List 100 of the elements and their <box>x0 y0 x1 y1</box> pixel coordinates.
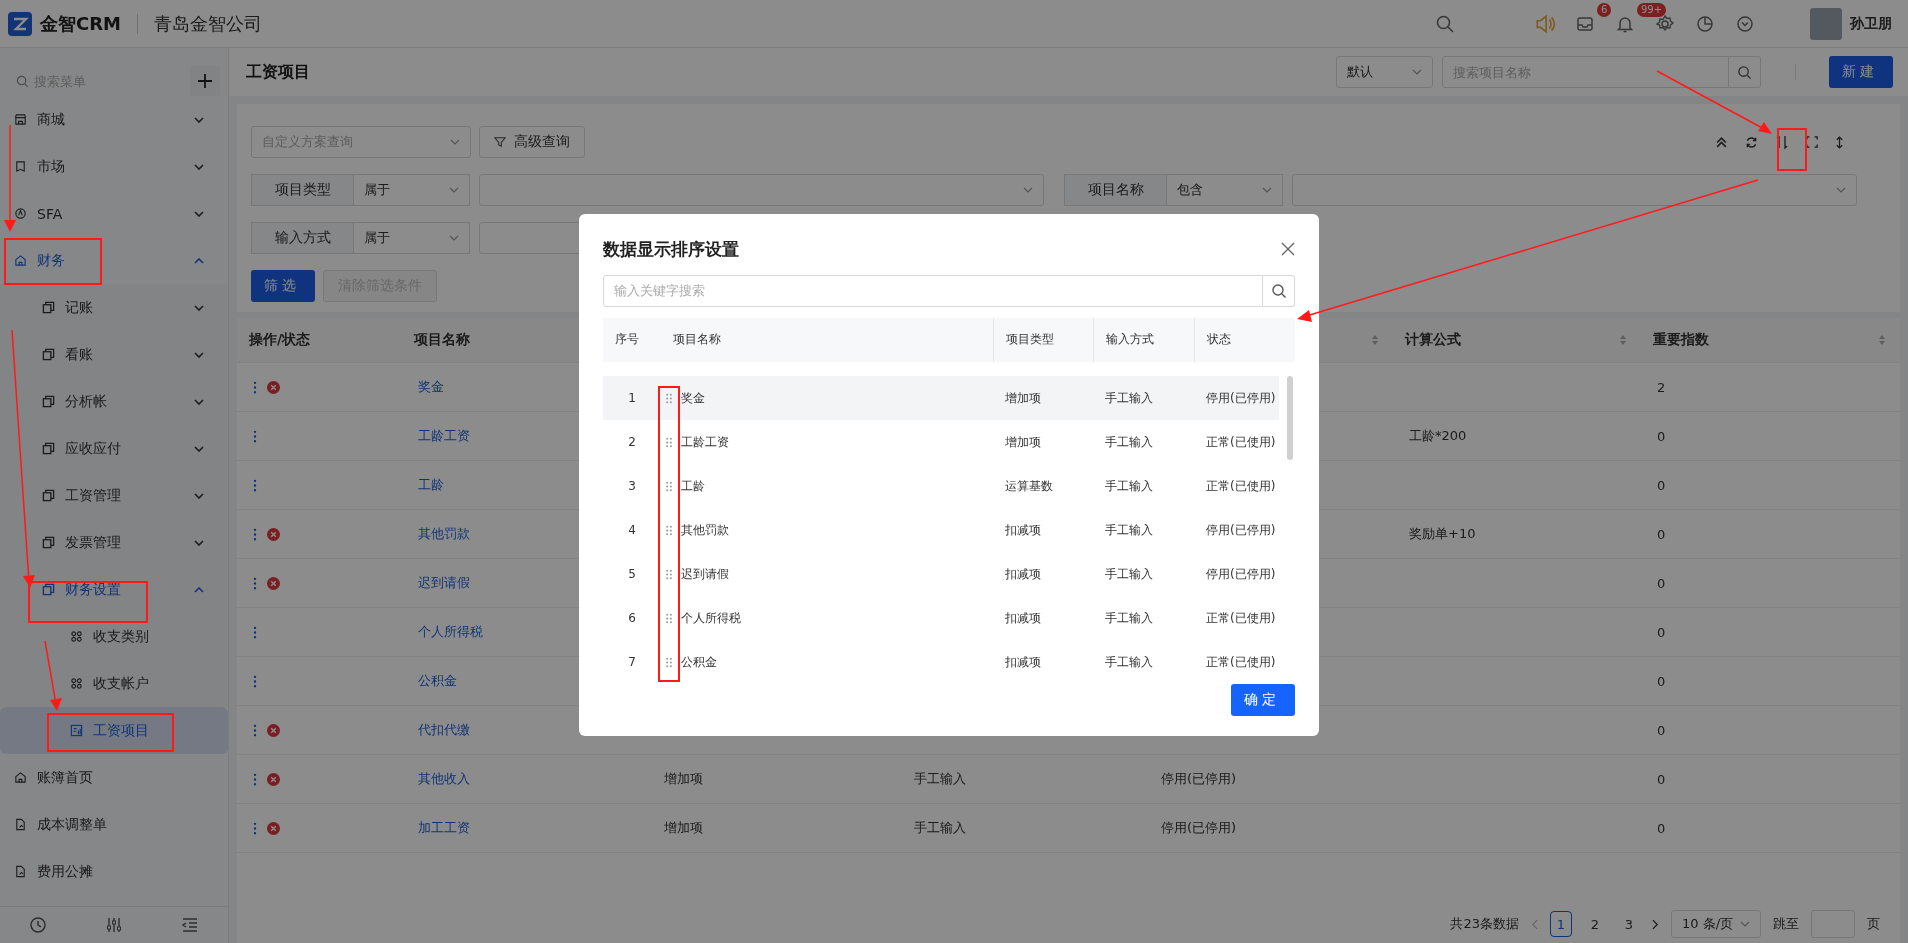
menu-item[interactable]: 费用公摊 <box>0 848 228 895</box>
item-name-link[interactable]: 个人所得税 <box>418 623 483 641</box>
item-name-link[interactable]: 其他收入 <box>418 770 470 788</box>
row-number: 2 <box>628 435 636 449</box>
column-header: 项目类型 <box>1006 331 1054 349</box>
sortable-row[interactable]: 6 个人所得税 扣减项 手工输入 正常(已使用) <box>603 596 1279 640</box>
sort-icon[interactable] <box>1619 334 1627 346</box>
page-number[interactable]: 1 <box>1550 911 1572 937</box>
menu-item[interactable]: 账簿首页 <box>0 754 228 801</box>
table-cell: 手工输入 <box>914 770 966 788</box>
new-button[interactable]: 新建 <box>1829 56 1893 88</box>
more-options-icon[interactable] <box>253 527 257 541</box>
row-number: 4 <box>628 523 636 537</box>
chevron-icon <box>1740 921 1750 927</box>
table-cell: 增加项 <box>1005 389 1041 407</box>
menu-item[interactable]: SFA <box>0 190 228 237</box>
menu-item[interactable]: 市场 <box>0 143 228 190</box>
keyword-search-field[interactable]: 输入关键字搜索 <box>603 274 1263 307</box>
page-size-select[interactable]: 10 条/页 <box>1671 910 1761 938</box>
sortable-row[interactable]: 4 其他罚款 扣减项 手工输入 停用(已停用) <box>603 508 1279 552</box>
advanced-search-button[interactable]: 高级查询 <box>479 126 585 158</box>
more-options-icon[interactable] <box>253 674 257 688</box>
collapse-menu-icon[interactable] <box>181 916 199 934</box>
add-button[interactable] <box>190 66 220 96</box>
next-page-icon[interactable] <box>1652 918 1659 930</box>
drag-handle-icon[interactable] <box>665 568 673 580</box>
search-icon <box>1737 64 1752 80</box>
header-icon-button[interactable] <box>1534 12 1556 35</box>
menu-item-icon <box>14 771 27 784</box>
drag-handle-icon[interactable] <box>665 480 673 492</box>
more-options-icon[interactable] <box>253 821 257 835</box>
search-button[interactable] <box>1263 274 1295 307</box>
table-cell: 0 <box>1657 575 1666 591</box>
item-name-link[interactable]: 工龄工资 <box>418 427 470 445</box>
refresh-icon[interactable] <box>1745 135 1758 149</box>
item-name-link[interactable]: 加工工资 <box>418 819 470 837</box>
table-cell: 0 <box>1657 428 1666 444</box>
scrollbar[interactable] <box>1287 376 1293 460</box>
sliders-icon[interactable] <box>105 916 123 934</box>
more-options-icon[interactable] <box>253 625 257 639</box>
sort-icon[interactable] <box>1371 334 1379 346</box>
more-options-icon[interactable] <box>253 723 257 737</box>
item-name-link[interactable]: 工龄 <box>418 476 444 494</box>
more-options-icon[interactable] <box>253 478 257 492</box>
item-name-link[interactable]: 其他罚款 <box>418 525 470 543</box>
history-icon[interactable] <box>29 916 47 934</box>
table-cell: 正常(已使用) <box>1206 653 1276 671</box>
close-icon[interactable] <box>1281 242 1295 257</box>
vertical-expand-icon[interactable] <box>1835 135 1844 149</box>
table-cell: 扣减项 <box>1005 609 1041 627</box>
sort-icon[interactable] <box>1878 334 1886 346</box>
more-options-icon[interactable] <box>253 380 257 394</box>
more-options-icon[interactable] <box>253 772 257 786</box>
operator-select[interactable]: 属于 <box>354 174 470 206</box>
speaker-icon <box>1534 12 1556 35</box>
row-number: 6 <box>628 611 636 625</box>
item-name-link[interactable]: 迟到请假 <box>418 574 470 592</box>
menu-item[interactable]: 商城 <box>0 96 228 143</box>
item-name-link[interactable]: 奖金 <box>418 378 444 396</box>
more-options-icon[interactable] <box>253 576 257 590</box>
page-number[interactable]: 3 <box>1618 911 1640 937</box>
sortable-row[interactable]: 3 工龄 运算基数 手工输入 正常(已使用) <box>603 464 1279 508</box>
drag-handle-icon[interactable] <box>665 436 673 448</box>
drag-handle-icon[interactable] <box>665 524 673 536</box>
confirm-button[interactable]: 确定 <box>1231 684 1295 716</box>
sortable-row[interactable]: 5 迟到请假 扣减项 手工输入 停用(已停用) <box>603 552 1279 596</box>
operator-select[interactable]: 包含 <box>1167 174 1283 206</box>
user-name[interactable]: 孙卫朋 <box>1850 14 1892 33</box>
item-name-link[interactable]: 代扣代缴 <box>418 721 470 739</box>
double-chevron-up-icon[interactable] <box>1715 135 1728 149</box>
view-select[interactable]: 默认 <box>1336 56 1433 88</box>
more-options-icon[interactable] <box>253 429 257 443</box>
filter-button[interactable]: 筛选 <box>251 270 315 302</box>
drag-handle-icon[interactable] <box>665 392 673 404</box>
chevron-icon <box>194 304 204 311</box>
table-cell: 0 <box>1657 526 1666 542</box>
table-cell: 扣减项 <box>1005 521 1041 539</box>
sortable-row[interactable]: 1 奖金 增加项 手工输入 停用(已停用) <box>603 376 1279 420</box>
chevron-icon <box>194 116 204 123</box>
avatar[interactable] <box>1810 7 1842 40</box>
drag-handle-icon[interactable] <box>665 656 673 668</box>
menu-item[interactable]: 财务 <box>0 237 228 284</box>
table-cell: 手工输入 <box>1105 521 1153 539</box>
sortable-row[interactable]: 2 工龄工资 增加项 手工输入 正常(已使用) <box>603 420 1279 464</box>
item-name-link[interactable]: 公积金 <box>418 672 457 690</box>
menu-item[interactable]: 成本调整单 <box>0 801 228 848</box>
search-button[interactable] <box>1729 56 1761 88</box>
menu-item[interactable]: 工资项目 <box>0 707 228 754</box>
fullscreen-icon[interactable] <box>1806 136 1818 148</box>
menu-item-icon <box>14 160 27 173</box>
row-number: 5 <box>628 567 636 581</box>
notification-badge: 99+ <box>1637 2 1667 17</box>
sortable-row[interactable]: 7 公积金 扣减项 手工输入 正常(已使用) <box>603 640 1279 684</box>
menu-item-icon <box>70 630 83 643</box>
page-number[interactable]: 2 <box>1584 911 1606 937</box>
dialog-title: 数据显示排序设置 <box>603 237 739 261</box>
condition-field-label: 项目类型 <box>251 174 354 206</box>
row-number: 3 <box>628 479 636 493</box>
operator-select[interactable]: 属于 <box>354 222 470 254</box>
drag-handle-icon[interactable] <box>665 612 673 624</box>
